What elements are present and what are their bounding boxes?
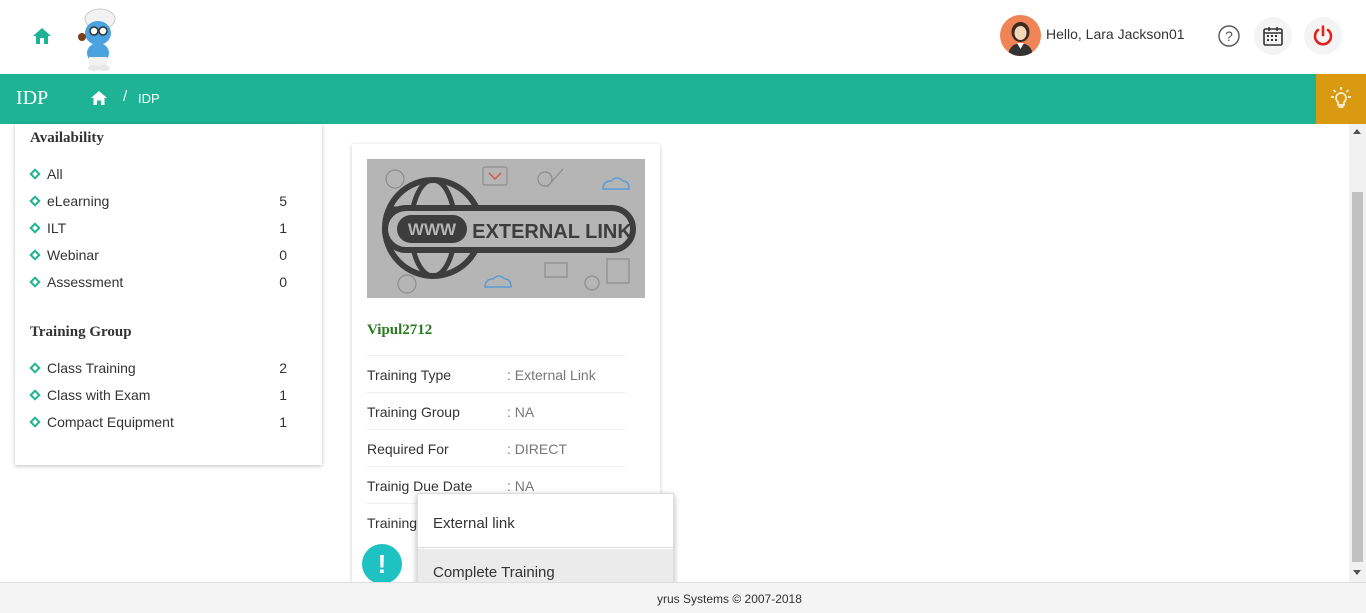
filter-count: 0 bbox=[279, 247, 287, 263]
detail-value: : NA bbox=[507, 478, 535, 494]
breadcrumb-home-icon[interactable] bbox=[90, 90, 108, 107]
training-name-link[interactable]: Vipul2712 bbox=[367, 322, 432, 339]
power-icon[interactable] bbox=[1304, 17, 1342, 55]
scrollbar-thumb[interactable] bbox=[1352, 192, 1363, 562]
smurf-logo[interactable] bbox=[74, 5, 122, 71]
home-icon[interactable] bbox=[31, 25, 53, 47]
page-title: IDP bbox=[16, 87, 49, 109]
diamond-icon bbox=[29, 416, 41, 428]
filter-label: Class with Exam bbox=[47, 387, 151, 403]
filter-label: Assessment bbox=[47, 274, 124, 290]
user-greeting[interactable]: Hello, Lara Jackson01 bbox=[1046, 26, 1185, 42]
filter-item-class-training[interactable]: Class Training 2 bbox=[29, 358, 289, 378]
detail-row-training-group: Training Group : NA bbox=[367, 392, 625, 429]
diamond-icon bbox=[29, 168, 41, 180]
detail-value: : NA bbox=[507, 404, 535, 420]
filter-label: All bbox=[47, 166, 63, 182]
breadcrumb-separator: / bbox=[123, 88, 128, 105]
filter-count: 1 bbox=[279, 387, 287, 403]
scroll-down-arrow-icon[interactable] bbox=[1353, 570, 1361, 575]
filter-sidebar: Availability All eLearning 5 ILT 1 Webin… bbox=[15, 124, 322, 465]
diamond-icon bbox=[29, 249, 41, 261]
detail-label: Training Group bbox=[367, 404, 460, 420]
external-link-image[interactable]: WWW EXTERNAL LINK bbox=[367, 159, 645, 298]
top-header: Hello, Lara Jackson01 ? bbox=[0, 0, 1366, 74]
scroll-up-arrow-icon[interactable] bbox=[1353, 129, 1361, 134]
diamond-icon bbox=[29, 276, 41, 288]
detail-value: : DIRECT bbox=[507, 441, 567, 457]
filter-item-assessment[interactable]: Assessment 0 bbox=[29, 272, 289, 292]
detail-row-training-type: Training Type : External Link bbox=[367, 355, 625, 392]
filter-count: 1 bbox=[279, 220, 287, 236]
diamond-icon bbox=[29, 195, 41, 207]
availability-title: Availability bbox=[30, 130, 104, 146]
diamond-icon bbox=[29, 222, 41, 234]
page-footer: yrus Systems © 2007-2018 bbox=[0, 582, 1366, 613]
vertical-scrollbar[interactable] bbox=[1349, 124, 1366, 582]
breadcrumb-current: IDP bbox=[138, 91, 160, 106]
filter-item-compact-equipment[interactable]: Compact Equipment 1 bbox=[29, 412, 289, 432]
help-icon[interactable]: ? bbox=[1210, 17, 1248, 55]
filter-count: 1 bbox=[279, 414, 287, 430]
detail-label: Training Type bbox=[367, 367, 452, 383]
filter-item-elearning[interactable]: eLearning 5 bbox=[29, 191, 289, 211]
filter-label: Compact Equipment bbox=[47, 414, 174, 430]
detail-label: Trainig Due Date bbox=[367, 478, 473, 494]
svg-text:?: ? bbox=[1225, 28, 1233, 44]
user-avatar[interactable] bbox=[1000, 15, 1041, 56]
filter-item-webinar[interactable]: Webinar 0 bbox=[29, 245, 289, 265]
filter-count: 2 bbox=[279, 360, 287, 376]
filter-item-all[interactable]: All bbox=[29, 164, 289, 184]
filter-item-class-with-exam[interactable]: Class with Exam 1 bbox=[29, 385, 289, 405]
nav-bar: IDP / IDP bbox=[0, 74, 1366, 124]
lightbulb-icon[interactable] bbox=[1316, 74, 1366, 124]
diamond-icon bbox=[29, 389, 41, 401]
calendar-icon[interactable] bbox=[1254, 17, 1292, 55]
svg-text:EXTERNAL LINK: EXTERNAL LINK bbox=[472, 221, 632, 243]
filter-item-ilt[interactable]: ILT 1 bbox=[29, 218, 289, 238]
diamond-icon bbox=[29, 362, 41, 374]
detail-value: : External Link bbox=[507, 367, 596, 383]
filter-label: eLearning bbox=[47, 193, 110, 209]
filter-label: ILT bbox=[47, 220, 67, 236]
detail-label: Training bbox=[367, 515, 418, 531]
exclamation-icon: ! bbox=[377, 548, 387, 579]
filter-label: Webinar bbox=[47, 247, 99, 263]
training-group-title: Training Group bbox=[30, 324, 132, 340]
detail-row-required-for: Required For : DIRECT bbox=[367, 429, 625, 466]
svg-text:WWW: WWW bbox=[408, 220, 457, 239]
detail-label: Required For bbox=[367, 441, 449, 457]
filter-count: 5 bbox=[279, 193, 287, 209]
copyright-text: yrus Systems © 2007-2018 bbox=[657, 592, 802, 606]
filter-label: Class Training bbox=[47, 360, 136, 376]
exclamation-action-button[interactable]: ! bbox=[362, 544, 402, 584]
menu-item-external-link[interactable]: External link bbox=[418, 500, 673, 548]
filter-count: 0 bbox=[279, 274, 287, 290]
